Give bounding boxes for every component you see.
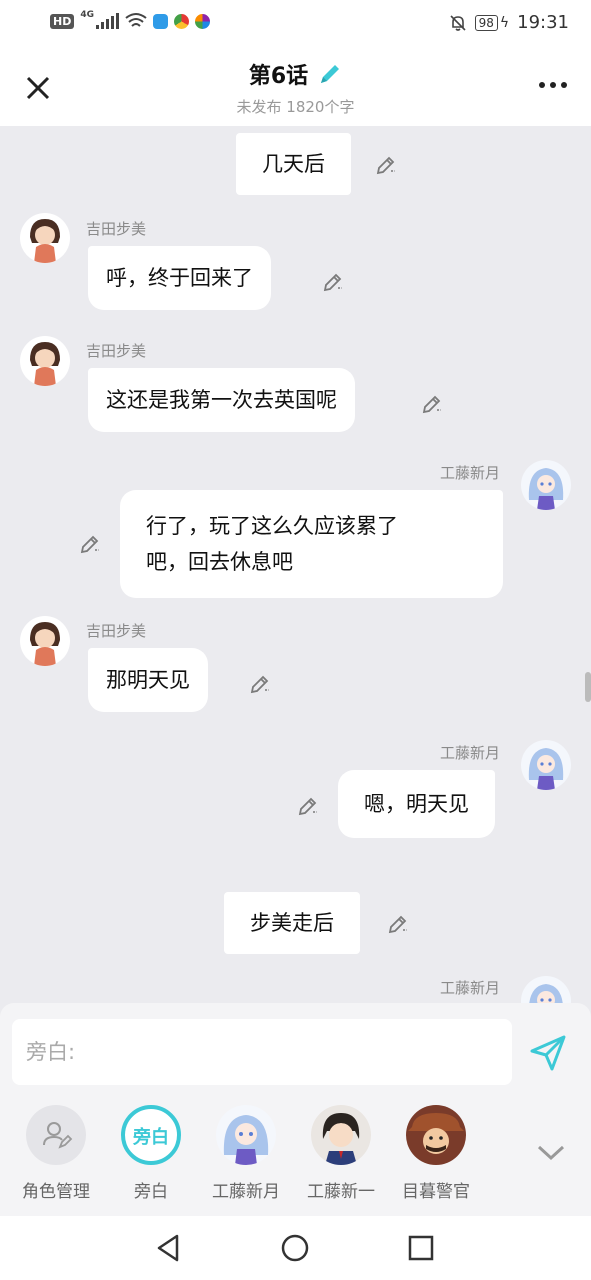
shingetsu-avatar-icon (521, 976, 571, 1003)
sender-name: 吉田步美 (86, 342, 147, 360)
role-label: 旁白 (134, 1182, 168, 1202)
edit-icon[interactable] (78, 532, 102, 556)
ayumi-avatar-icon (20, 213, 70, 263)
role-label: 工藤新一 (307, 1182, 375, 1202)
message-bubble[interactable]: 那明天见 (88, 648, 208, 712)
status-left: HD 4G (50, 10, 210, 30)
avatar[interactable] (20, 213, 70, 263)
chevron-down-icon[interactable] (536, 1143, 566, 1163)
status-bar: HD 4G 98 ϟ 19:31 (0, 0, 591, 46)
shingetsu-avatar-icon (521, 740, 571, 790)
message-input[interactable] (12, 1019, 512, 1085)
narrator-badge: 旁白 (121, 1105, 181, 1165)
narration-bubble[interactable]: 几天后 (236, 133, 351, 195)
ayumi-avatar-icon (20, 616, 70, 666)
chapter-title-text: 第6话 (248, 64, 309, 89)
chapter-title[interactable]: 第6话 (249, 58, 342, 90)
hd-icon: HD (50, 13, 75, 29)
app-icon-chrome (174, 13, 189, 29)
role-shinichi-button[interactable]: 工藤新一 (291, 1105, 391, 1202)
message-bubble[interactable]: 嗯，明天见 (338, 770, 495, 838)
sender-name: 工藤新月 (440, 744, 501, 762)
signal-icon (96, 13, 119, 29)
role-manage-icon (26, 1105, 86, 1165)
sender-name: 工藤新月 (440, 979, 501, 997)
sender-name: 吉田步美 (86, 220, 147, 238)
pencil-icon[interactable] (318, 62, 342, 86)
avatar[interactable] (521, 460, 571, 510)
narration-bubble[interactable]: 步美走后 (224, 892, 360, 954)
role-label: 工藤新月 (212, 1182, 280, 1202)
edit-icon[interactable] (296, 794, 320, 818)
more-menu-icon[interactable] (539, 82, 567, 88)
message-line: 吧，回去休息吧 (146, 550, 293, 574)
edit-icon[interactable] (386, 912, 410, 936)
avatar[interactable] (20, 616, 70, 666)
sender-name: 工藤新月 (440, 464, 501, 482)
sender-name: 吉田步美 (86, 622, 147, 640)
edit-icon[interactable] (374, 153, 398, 177)
recents-icon[interactable] (405, 1232, 437, 1264)
message-bubble[interactable]: 行了，玩了这么久应该累了 吧，回去休息吧 (120, 490, 503, 598)
header: 第6话 未发布 1820个字 (0, 46, 591, 126)
scroll-indicator[interactable] (585, 672, 591, 702)
chat-area[interactable]: 几天后 吉田步美 呼，终于回来了 吉田步美 这还是我第一次去英国呢 工藤新月 行… (0, 126, 591, 1003)
avatar[interactable] (521, 740, 571, 790)
ayumi-avatar-icon (20, 336, 70, 386)
system-nav-bar (0, 1216, 591, 1280)
message-bubble[interactable]: 这还是我第一次去英国呢 (88, 368, 355, 432)
role-manage-button[interactable]: 角色管理 (6, 1105, 106, 1202)
edit-icon[interactable] (420, 392, 444, 416)
charging-icon: ϟ (499, 14, 510, 31)
network-type: 4G (80, 10, 94, 20)
role-label: 角色管理 (22, 1182, 90, 1202)
role-megure-button[interactable]: 目暮警官 (386, 1105, 486, 1202)
wifi-icon (125, 13, 147, 27)
status-right: 98 ϟ 19:31 (449, 12, 569, 33)
chapter-subtitle: 未发布 1820个字 (236, 98, 355, 116)
shingetsu-avatar-icon (521, 460, 571, 510)
compose-panel: 角色管理 旁白 旁白 工藤新月 工藤新一 目暮警官 (0, 1003, 591, 1216)
shingetsu-avatar-icon (216, 1105, 276, 1165)
shinichi-avatar-icon (311, 1105, 371, 1165)
message-line: 行了，玩了这么久应该累了 (146, 514, 398, 538)
back-icon[interactable] (153, 1232, 185, 1264)
avatar[interactable] (20, 336, 70, 386)
edit-icon[interactable] (248, 672, 272, 696)
clock: 19:31 (517, 12, 569, 33)
megure-avatar-icon (406, 1105, 466, 1165)
send-icon[interactable] (528, 1033, 568, 1073)
role-narrator-button[interactable]: 旁白 旁白 (101, 1105, 201, 1202)
battery-icon: 98 (474, 14, 498, 31)
avatar[interactable] (521, 976, 571, 1003)
narrator-badge-text: 旁白 (133, 1127, 169, 1148)
message-bubble[interactable]: 呼，终于回来了 (88, 246, 271, 310)
role-shingetsu-button[interactable]: 工藤新月 (196, 1105, 296, 1202)
home-icon[interactable] (279, 1232, 311, 1264)
role-selector: 角色管理 旁白 旁白 工藤新月 工藤新一 目暮警官 (0, 1099, 520, 1209)
edit-icon[interactable] (321, 270, 345, 294)
title-block: 第6话 未发布 1820个字 (0, 58, 591, 117)
app-icon-blue (153, 13, 168, 29)
mute-bell-icon (450, 14, 466, 31)
role-label: 目暮警官 (402, 1182, 470, 1202)
app-icon-multicolor (195, 13, 210, 29)
